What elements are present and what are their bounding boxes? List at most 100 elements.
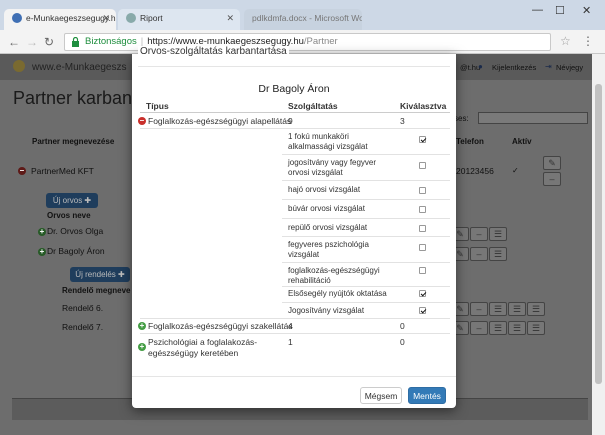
service-checkbox[interactable] bbox=[419, 225, 426, 232]
group-selected-count: 3 bbox=[400, 116, 405, 126]
service-label: fegyveres pszichológia vizsgálat bbox=[288, 240, 369, 259]
partner-name: PartnerMed KFT bbox=[31, 166, 94, 176]
security-label: Biztonságos bbox=[85, 36, 137, 47]
group-name: Foglalkozás-egészségügyi szakellátás bbox=[148, 321, 293, 331]
site-favicon-icon bbox=[12, 13, 22, 23]
tab-riport[interactable]: Riport ✕ bbox=[118, 9, 240, 30]
group-service-count: 1 bbox=[288, 337, 293, 347]
collapse-group-icon[interactable]: – bbox=[138, 117, 146, 125]
office-list-button[interactable]: ☰ bbox=[489, 302, 507, 316]
delete-office-button[interactable]: – bbox=[470, 302, 488, 316]
row-divider bbox=[140, 128, 450, 129]
column-header-type: Típus bbox=[146, 101, 169, 111]
office-name: Rendelő 7. bbox=[62, 322, 104, 332]
service-label: hajó orvosi vizsgálat bbox=[288, 185, 361, 194]
service-checkbox[interactable] bbox=[419, 187, 426, 194]
bookmark-star-icon[interactable]: ☆ bbox=[560, 34, 571, 48]
browser-toolbar: ← → ↻ Biztonságos | https://www.e-munkaege… bbox=[0, 30, 605, 54]
expand-group-icon[interactable]: + bbox=[138, 343, 146, 351]
table-header-divider bbox=[140, 112, 450, 113]
service-label: búvár orvosi vizsgálat bbox=[288, 204, 365, 213]
office-list-button[interactable]: ☰ bbox=[489, 321, 507, 335]
page-favicon-icon bbox=[126, 13, 136, 23]
minimize-window-icon[interactable]: — bbox=[532, 4, 543, 16]
cancel-button[interactable]: Mégsem bbox=[360, 387, 402, 404]
service-checkbox[interactable] bbox=[419, 206, 426, 213]
group-service-count: 4 bbox=[288, 321, 293, 331]
back-icon[interactable]: ← bbox=[8, 35, 20, 49]
about-link[interactable]: Névjegy bbox=[556, 63, 583, 72]
delete-doctor-button[interactable]: – bbox=[470, 227, 488, 241]
service-checkbox[interactable] bbox=[419, 267, 426, 274]
new-doctor-button[interactable]: Új orvos ✚ bbox=[46, 193, 98, 208]
lock-icon bbox=[72, 37, 79, 47]
page-scrollbar[interactable] bbox=[592, 54, 605, 435]
edit-partner-button[interactable]: ✎ bbox=[543, 156, 561, 170]
partner-phone: 20123456 bbox=[456, 166, 494, 176]
row-divider bbox=[282, 199, 450, 200]
row-divider bbox=[282, 236, 450, 237]
doctor-list-button[interactable]: ☰ bbox=[489, 247, 507, 261]
doctor-name-heading: Dr Bagoly Áron bbox=[258, 83, 330, 95]
partner-active-check-icon: ✓ bbox=[512, 166, 519, 175]
browser-tab-bar: e-Munkaegeszsegugy.hu ✕ Riport ✕ pdlkdmf… bbox=[0, 0, 605, 30]
delete-partner-button[interactable]: – bbox=[543, 172, 561, 186]
delete-doctor-button[interactable]: – bbox=[470, 247, 488, 261]
group-name: Foglalkozás-egészségügyi alapellátás bbox=[148, 116, 292, 126]
new-office-button[interactable]: Új rendelés ✚ bbox=[70, 267, 130, 282]
row-divider bbox=[282, 262, 450, 263]
active-header: Aktív bbox=[512, 137, 532, 146]
service-checkbox[interactable] bbox=[419, 290, 426, 297]
modal-header-divider bbox=[138, 66, 450, 67]
service-checkbox[interactable] bbox=[419, 136, 426, 143]
tab-e-munkaegeszsegugy[interactable]: e-Munkaegeszsegugy.hu ✕ bbox=[4, 9, 116, 30]
close-window-icon[interactable]: ✕ bbox=[582, 4, 591, 17]
close-tab-icon[interactable]: ✕ bbox=[226, 13, 234, 24]
service-label: Jogosítvány vizsgálat bbox=[288, 306, 365, 315]
reload-icon[interactable]: ↻ bbox=[44, 35, 54, 49]
phone-header: Telefon bbox=[456, 137, 484, 146]
expand-group-icon[interactable]: + bbox=[138, 322, 146, 330]
service-checkbox[interactable] bbox=[419, 162, 426, 169]
row-divider bbox=[282, 286, 450, 287]
collapse-partner-icon[interactable]: – bbox=[18, 167, 26, 175]
group-service-count: 9 bbox=[288, 116, 293, 126]
tab-label: Riport bbox=[140, 13, 163, 23]
scrollbar-thumb[interactable] bbox=[595, 84, 602, 384]
service-maintenance-modal: Orvos-szolgáltatás karbantartása Dr Bago… bbox=[132, 46, 456, 408]
column-header-selected: Kiválasztva bbox=[400, 101, 447, 111]
doctor-list-button[interactable]: ☰ bbox=[489, 227, 507, 241]
office-list-button[interactable]: ☰ bbox=[527, 302, 545, 316]
new-doctor-label: Új orvos bbox=[52, 196, 83, 205]
close-tab-icon[interactable]: ✕ bbox=[102, 13, 110, 24]
save-button[interactable]: Mentés bbox=[408, 387, 446, 404]
site-logo-text[interactable]: www.e-Munkaegeszs bbox=[32, 62, 126, 73]
service-label: jogosítvány vagy fegyver orvosi vizsgála… bbox=[288, 158, 377, 177]
group-selected-count: 0 bbox=[400, 321, 405, 331]
office-list-button[interactable]: ☰ bbox=[508, 302, 526, 316]
tab-word-document[interactable]: pdlkdmfa.docx - Microsoft Word bbox=[244, 9, 362, 30]
delete-office-button[interactable]: – bbox=[470, 321, 488, 335]
office-name-header: Rendelő megneve bbox=[62, 286, 131, 295]
expand-doctor-icon[interactable]: + bbox=[38, 228, 46, 236]
search-input[interactable] bbox=[478, 112, 588, 124]
maximize-window-icon[interactable]: ☐ bbox=[555, 4, 565, 17]
doctor-name-header: Orvos neve bbox=[47, 211, 91, 220]
partner-name-header: Partner megnevezése bbox=[32, 137, 115, 146]
service-label: Elsősegély nyújtók oktatása bbox=[288, 289, 387, 298]
office-name: Rendelő 6. bbox=[62, 303, 104, 313]
browser-menu-icon[interactable]: ⋮ bbox=[582, 34, 594, 48]
service-label: foglalkozás-egészségügyi rehabilitáció bbox=[288, 266, 380, 285]
logout-link[interactable]: Kijelentkezés bbox=[492, 63, 536, 72]
row-divider bbox=[282, 154, 450, 155]
row-divider bbox=[282, 302, 450, 303]
office-list-button[interactable]: ☰ bbox=[527, 321, 545, 335]
service-checkbox[interactable] bbox=[419, 307, 426, 314]
office-list-button[interactable]: ☰ bbox=[508, 321, 526, 335]
expand-doctor-icon[interactable]: + bbox=[38, 248, 46, 256]
logout-icon: ⇥ bbox=[545, 62, 552, 71]
row-divider bbox=[140, 318, 450, 319]
doctor-name: Dr Bagoly Áron bbox=[47, 246, 105, 256]
forward-icon[interactable]: → bbox=[26, 35, 38, 49]
service-checkbox[interactable] bbox=[419, 244, 426, 251]
